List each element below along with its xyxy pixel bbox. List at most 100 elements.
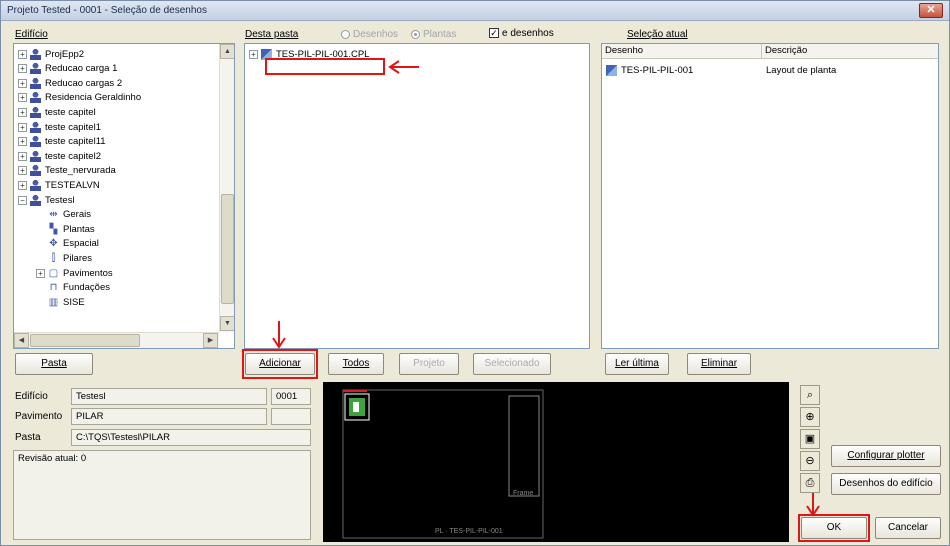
plan-icon: ▚ bbox=[49, 223, 58, 235]
revisao-text: Revisão atual: 0 bbox=[18, 453, 87, 464]
column-desenho[interactable]: Desenho bbox=[602, 44, 762, 59]
tree-item[interactable]: + teste capitel2 bbox=[18, 150, 101, 162]
tree-expand-icon[interactable]: + bbox=[18, 93, 27, 103]
tree-item[interactable]: − Testesl bbox=[18, 194, 75, 206]
tree-expand-icon[interactable]: + bbox=[18, 78, 27, 88]
sise-icon: ▥ bbox=[48, 296, 59, 308]
tree-expand-icon[interactable]: + bbox=[18, 64, 27, 74]
eliminar-button[interactable]: Eliminar bbox=[687, 353, 751, 375]
subtree-item[interactable]: ⫿ Pilares bbox=[48, 252, 92, 264]
cancelar-button[interactable]: Cancelar bbox=[875, 517, 941, 539]
spatial-icon: ✥ bbox=[49, 238, 58, 250]
folder-file-list[interactable]: + TES-PIL-PIL-001.CPL bbox=[244, 43, 590, 349]
tree-item[interactable]: + teste capitel11 bbox=[18, 136, 106, 148]
red-arrow-left-icon bbox=[388, 60, 419, 74]
current-selection-list[interactable]: Desenho Descrição TES-PIL-PIL-001 Layout… bbox=[601, 43, 939, 349]
ruler-icon: ⇹ bbox=[49, 209, 58, 221]
tree-expand-icon[interactable]: + bbox=[36, 268, 45, 278]
tree-expand-icon[interactable]: + bbox=[18, 107, 27, 117]
scroll-down-icon[interactable]: ▼ bbox=[220, 316, 234, 331]
highlight-ok-box bbox=[798, 514, 870, 542]
zoom-window-icon[interactable]: ▣ bbox=[800, 429, 820, 449]
zoom-fit-icon[interactable]: ⌕ bbox=[800, 385, 820, 405]
file-expand-icon[interactable]: + bbox=[249, 49, 258, 59]
building-icon bbox=[30, 165, 41, 177]
window-title: Projeto Tested - 0001 - Seleção de desen… bbox=[7, 5, 207, 16]
building-icon bbox=[30, 48, 41, 60]
tree-item-label: TESTEALVN bbox=[45, 179, 100, 191]
tree-scrollbar-horizontal[interactable]: ◀ ▶ bbox=[14, 332, 219, 348]
tree-hscroll-thumb[interactable] bbox=[30, 334, 140, 347]
subtree-item[interactable]: ⊓ Fundações bbox=[48, 282, 110, 294]
scroll-left-icon[interactable]: ◀ bbox=[14, 333, 29, 348]
tree-item[interactable]: + teste capitel bbox=[18, 106, 96, 118]
radio-plantas-icon[interactable] bbox=[411, 29, 420, 39]
tree-item-label: teste capitel2 bbox=[45, 150, 101, 162]
subtree-item[interactable]: ✥ Espacial bbox=[48, 238, 99, 250]
building-icon bbox=[30, 106, 41, 118]
preview-drawing bbox=[342, 389, 544, 539]
tree-item-label: teste capitel1 bbox=[45, 121, 101, 133]
zoom-in-icon[interactable]: ⊕ bbox=[800, 407, 820, 427]
selection-descricao-text: Layout de planta bbox=[766, 64, 837, 76]
selecionado-button[interactable]: Selecionado bbox=[473, 353, 551, 375]
tree-expand-icon[interactable]: + bbox=[18, 151, 27, 161]
building-icon bbox=[30, 77, 41, 89]
tree-expand-icon[interactable]: + bbox=[18, 180, 27, 190]
building-tree[interactable]: + ProjEpp2 + Reducao carga 1 + Reducao cargas… bbox=[13, 43, 235, 349]
tree-item[interactable]: + Residencia Geraldinho bbox=[18, 92, 141, 104]
tree-item-label: ProjEpp2 bbox=[45, 48, 85, 60]
tree-expand-icon[interactable]: + bbox=[18, 137, 27, 147]
subtree-item[interactable]: + ▢ Pavimentos bbox=[36, 267, 113, 279]
floors-icon: ▢ bbox=[48, 267, 59, 279]
subtree-item-label: Plantas bbox=[63, 223, 95, 235]
filter-desenhos[interactable]: Desenhos bbox=[341, 29, 398, 40]
todos-button[interactable]: Todos bbox=[328, 353, 384, 375]
tree-item-label: Testesl bbox=[45, 194, 75, 206]
drawing-preview[interactable]: Frame PL · TES-PIL-PIL-001 bbox=[323, 382, 789, 542]
desta-pasta-label: Desta pasta bbox=[245, 29, 299, 40]
subtree-item[interactable]: ▚ Plantas bbox=[48, 223, 95, 235]
close-button[interactable]: ✕ bbox=[919, 3, 943, 18]
selection-row[interactable]: TES-PIL-PIL-001 bbox=[606, 64, 693, 76]
tree-item[interactable]: + teste capitel1 bbox=[18, 121, 101, 133]
ler-ultima-button[interactable]: Ler última bbox=[605, 353, 669, 375]
building-icon bbox=[30, 194, 41, 206]
tree-item[interactable]: + Reducao cargas 2 bbox=[18, 77, 122, 89]
subtree-item-label: Fundações bbox=[63, 282, 111, 294]
info-code-field: 0001 bbox=[271, 388, 311, 405]
projeto-button[interactable]: Projeto bbox=[399, 353, 459, 375]
print-icon[interactable]: ⎙ bbox=[800, 473, 820, 493]
filter-e-desenhos[interactable]: ✓ e desenhos bbox=[489, 28, 554, 39]
tree-item-label: teste capitel11 bbox=[45, 136, 106, 148]
subtree-item[interactable]: ⇹ Gerais bbox=[48, 209, 91, 221]
info-edificio-field: Testesl bbox=[71, 388, 267, 405]
desenhos-edificio-button[interactable]: Desenhos do edifício bbox=[831, 473, 941, 495]
radio-desenhos-icon[interactable] bbox=[341, 29, 350, 39]
info-pavimento-field: PILAR bbox=[71, 408, 267, 425]
revision-box: Revisão atual: 0 bbox=[13, 450, 311, 540]
zoom-out-icon[interactable]: ⊖ bbox=[800, 451, 820, 471]
filter-plantas[interactable]: Plantas bbox=[411, 29, 456, 40]
tree-item[interactable]: + Reducao carga 1 bbox=[18, 63, 117, 75]
edificio-label: Edifício bbox=[15, 29, 48, 40]
tree-item[interactable]: + ProjEpp2 bbox=[18, 48, 84, 60]
scroll-right-icon[interactable]: ▶ bbox=[203, 333, 218, 348]
scroll-up-icon[interactable]: ▲ bbox=[220, 44, 234, 59]
info-edificio-label: Edifício bbox=[15, 391, 48, 402]
tree-scroll-thumb[interactable] bbox=[221, 194, 234, 304]
tree-expand-icon[interactable]: − bbox=[18, 195, 27, 205]
tree-expand-icon[interactable]: + bbox=[18, 166, 27, 176]
pasta-button[interactable]: Pasta bbox=[15, 353, 93, 375]
tree-item[interactable]: + TESTEALVN bbox=[18, 179, 100, 191]
configurar-plotter-button[interactable]: Configurar plotter bbox=[831, 445, 941, 467]
subtree-item[interactable]: ▥ SISE bbox=[48, 296, 85, 308]
tree-expand-icon[interactable]: + bbox=[18, 49, 27, 59]
checkbox-e-desenhos-icon[interactable]: ✓ bbox=[489, 28, 499, 39]
tree-item[interactable]: + Teste_nervurada bbox=[18, 165, 116, 177]
selecao-atual-label: Seleção atual bbox=[627, 29, 688, 40]
tree-expand-icon[interactable]: + bbox=[18, 122, 27, 132]
drawing-file-icon bbox=[606, 64, 617, 76]
tree-scrollbar-vertical[interactable]: ▲ ▼ bbox=[219, 44, 234, 332]
column-descricao[interactable]: Descrição bbox=[762, 44, 938, 59]
